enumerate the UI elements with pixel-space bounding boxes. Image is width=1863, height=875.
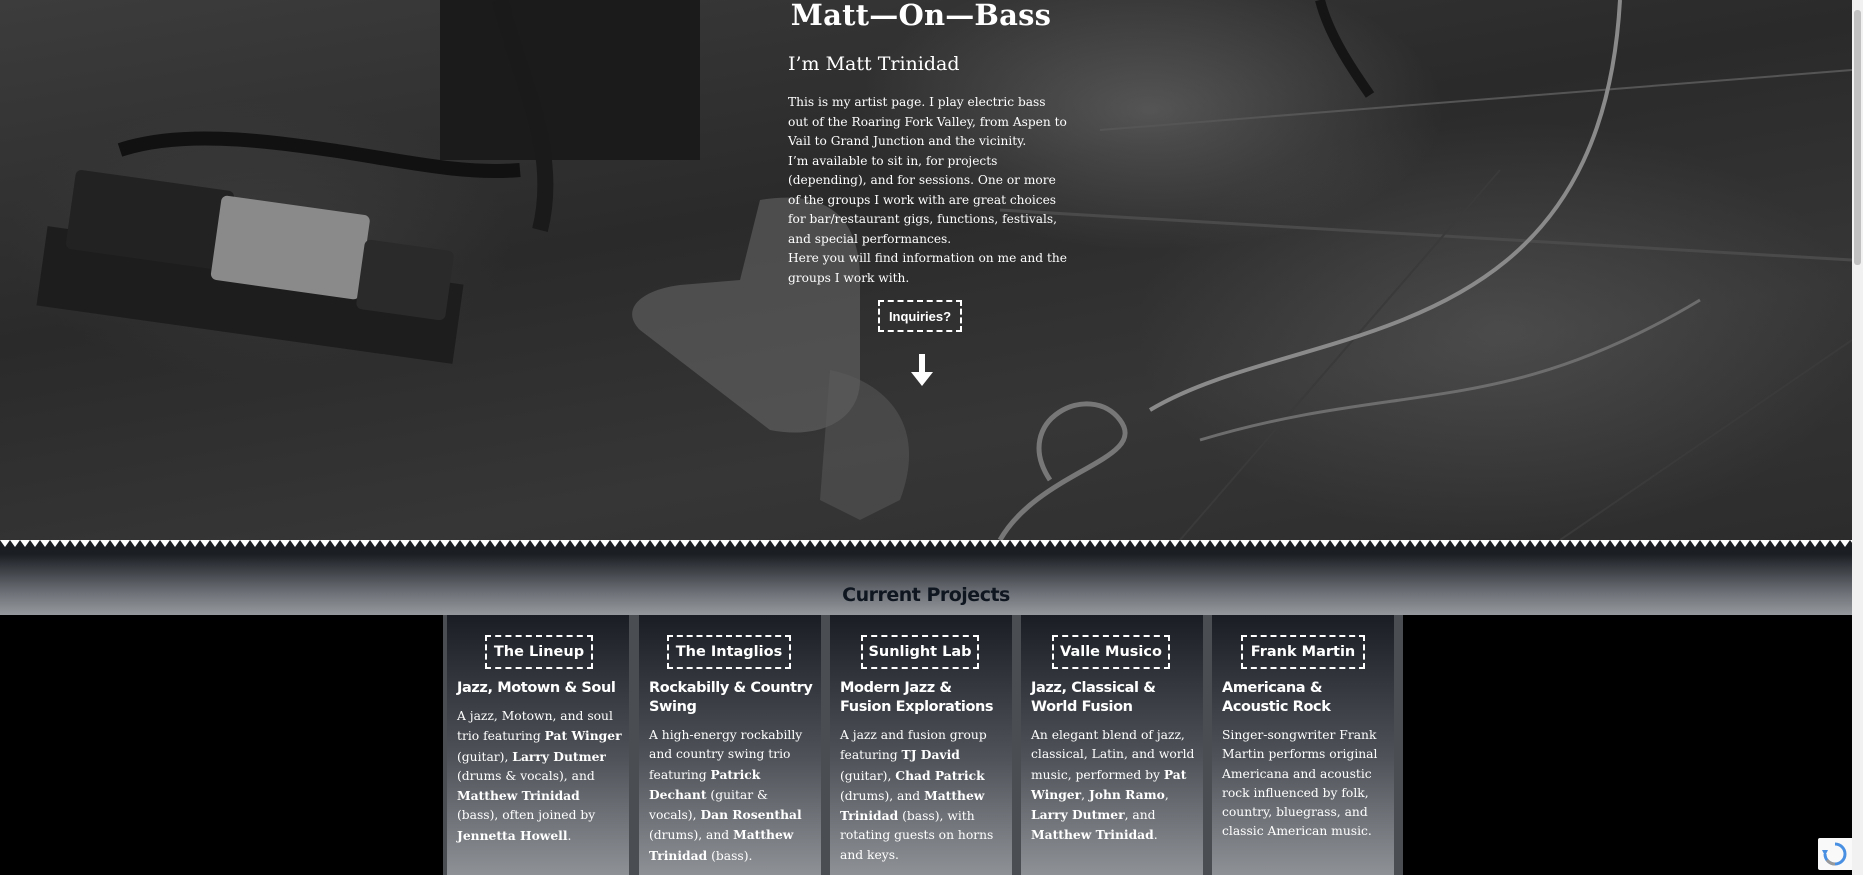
page-scrollbar[interactable]	[1852, 0, 1863, 875]
inquiries-button[interactable]: Inquiries?	[878, 300, 962, 332]
description-text: (bass), often joined by	[457, 808, 596, 823]
project-name-button[interactable]: Sunlight Lab	[861, 635, 979, 669]
musician-name: Larry Dutmer	[512, 748, 606, 764]
project-card: Valle Musico Jazz, Classical & World Fusi…	[1021, 615, 1203, 875]
musician-name: Pat Winger	[544, 728, 622, 744]
zigzag-divider	[0, 540, 1852, 554]
hero-section: Matt—On—Bass I’m Matt Trinidad This is m…	[0, 0, 1852, 540]
project-genre: Modern Jazz & Fusion Explorations	[840, 680, 994, 715]
description-text: .	[1153, 828, 1158, 843]
musician-name: Larry Dutmer	[1031, 807, 1125, 823]
scrollbar-thumb[interactable]	[1854, 10, 1861, 265]
project-genre: Americana & Acoustic Rock	[1222, 680, 1331, 715]
project-card: The Lineup Jazz, Motown & Soul A jazz, Mot…	[447, 615, 629, 875]
description-text: , and	[1124, 808, 1156, 823]
project-description: Singer-songwriter Frank Martin performs …	[1222, 726, 1388, 842]
description-text: .	[567, 828, 572, 843]
project-genre: Jazz, Classical & World Fusion	[1031, 680, 1156, 715]
project-genre: Rockabilly & Country Swing	[649, 680, 813, 715]
intro-heading: I’m Matt Trinidad	[788, 53, 960, 75]
project-description: A jazz and fusion group featuring TJ Dav…	[840, 726, 1006, 865]
description-text: (guitar),	[840, 768, 896, 783]
site-title[interactable]: Matt—On—Bass	[700, 0, 1142, 32]
intro-text: This is my artist page. I play electric …	[788, 93, 1068, 288]
description-text: ,	[1164, 787, 1169, 802]
project-genre: Jazz, Motown & Soul	[457, 680, 616, 696]
project-name-button[interactable]: Frank Martin	[1241, 635, 1365, 669]
projects-cards: The Lineup Jazz, Motown & Soul A jazz, Mot…	[443, 615, 1403, 875]
projects-title: Current Projects	[842, 584, 1010, 606]
project-description: An elegant blend of jazz, classical, Lat…	[1031, 726, 1197, 846]
recaptcha-icon[interactable]	[1818, 838, 1852, 870]
intro-paragraph: I’m available to sit in, for projects (d…	[788, 153, 1058, 246]
project-card: The Intaglios Rockabilly & Country Swing A…	[639, 615, 821, 875]
project-description: A high-energy rockabilly and country swi…	[649, 726, 815, 866]
project-name-button[interactable]: The Lineup	[485, 635, 593, 669]
musician-name: Matthew Trinidad	[1031, 827, 1154, 843]
project-card: Frank Martin Americana & Acoustic Rock Sin…	[1212, 615, 1394, 875]
project-name-button[interactable]: Valle Musico	[1052, 635, 1170, 669]
description-text: (guitar),	[457, 749, 513, 764]
intro-paragraph: This is my artist page. I play electric …	[788, 95, 1067, 148]
musician-name: Matthew Trinidad	[457, 788, 580, 804]
down-arrow-icon[interactable]	[907, 352, 937, 388]
musician-name: Jennetta Howell	[457, 827, 568, 843]
description-text: (drums), and	[840, 788, 925, 803]
description-text: (bass).	[707, 848, 753, 863]
description-text: (drums), and	[649, 828, 734, 843]
project-card: Sunlight Lab Modern Jazz & Fusion Explora…	[830, 615, 1012, 875]
musician-name: Chad Patrick	[895, 767, 985, 783]
intro-paragraph: Here you will find information on me and…	[788, 251, 1067, 285]
project-name-button[interactable]: The Intaglios	[667, 635, 791, 669]
description-text: Singer-songwriter Frank Martin performs …	[1222, 728, 1378, 839]
description-text: ,	[1081, 787, 1089, 802]
project-description: A jazz, Motown, and soul trio featuring …	[457, 707, 623, 846]
musician-name: Dan Rosenthal	[700, 807, 802, 823]
description-text: (drums & vocals), and	[457, 768, 595, 783]
musician-name: John Ramo	[1088, 786, 1165, 802]
musician-name: TJ David	[901, 747, 960, 763]
